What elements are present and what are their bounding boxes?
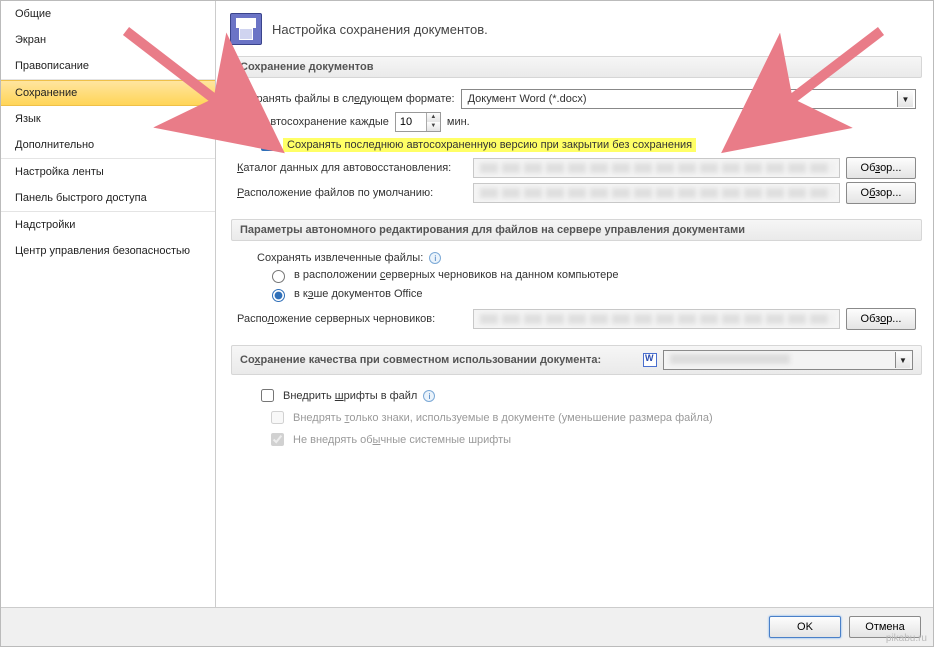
sidebar-item-general[interactable]: Общие [1,1,215,27]
section-font-embedding: Сохранение качества при совместном испол… [230,344,923,455]
radio-office-cache-label: в кэше документов Office [294,288,423,300]
main-panel: Настройка сохранения документов. Сохране… [216,1,933,607]
section-heading: Сохранение качества при совместном испол… [231,345,922,375]
autosave-unit: мин. [447,116,470,128]
section-title-label: Сохранение качества при совместном испол… [240,354,601,366]
chevron-down-icon: ▼ [895,352,910,368]
document-select-dropdown[interactable]: ▼ [663,350,913,370]
autosave-checkbox[interactable] [241,116,254,129]
dialog-buttons: OK Отмена [1,607,933,646]
browse-recovery-button[interactable]: Обзор... [846,157,916,179]
autosave-interval-input[interactable] [396,113,426,131]
sidebar-item-language[interactable]: Язык [1,106,215,132]
radio-server-drafts[interactable] [272,270,285,283]
server-drafts-location-label: Расположение серверных черновиков: [237,313,467,325]
spinner-down-icon[interactable]: ▼ [427,122,440,131]
spinner-up-icon[interactable]: ▲ [427,113,440,122]
recovery-path-input[interactable] [473,158,840,178]
options-dialog: Общие Экран Правописание Сохранение Язык… [0,0,934,647]
browse-drafts-button[interactable]: Обзор... [846,308,916,330]
server-drafts-location-input[interactable] [473,309,840,329]
default-location-input[interactable] [473,183,840,203]
format-dropdown[interactable]: Документ Word (*.docx) ▼ [461,89,916,109]
autosave-label: Автосохранение каждые [263,116,389,128]
sidebar-item-display[interactable]: Экран [1,27,215,53]
header: Настройка сохранения документов. [230,9,923,55]
watermark: pikabu.ru [886,633,927,644]
default-location-label: Расположение файлов по умолчанию: [237,187,467,199]
embed-fonts-label: Внедрить шрифты в файл [283,390,417,402]
format-value: Документ Word (*.docx) [468,93,587,105]
section-heading: Сохранение документов [231,56,922,78]
sidebar-item-addins[interactable]: Надстройки [1,212,215,238]
sidebar-item-trust-center[interactable]: Центр управления безопасностью [1,238,215,264]
section-body: Сохранять файлы в следующем формате: Док… [231,78,922,209]
embed-only-used-checkbox [271,411,284,424]
format-label: Сохранять файлы в следующем формате: [237,93,455,105]
ok-button[interactable]: OK [769,616,841,638]
info-icon[interactable]: i [423,390,435,402]
recovery-path-label: Каталог данных для автовосстановления: [237,162,467,174]
browse-default-button[interactable]: Обзор... [846,182,916,204]
sidebar-item-proofing[interactable]: Правописание [1,53,215,79]
sidebar-item-qat[interactable]: Панель быстрого доступа [1,185,215,211]
save-floppy-icon [230,13,262,45]
section-body: Сохранять извлеченные файлы: i в располо… [231,241,922,335]
keep-last-autosave-checkbox[interactable] [261,138,274,151]
sidebar-item-save[interactable]: Сохранение [1,80,215,106]
sidebar-item-advanced[interactable]: Дополнительно [1,132,215,158]
chevron-down-icon: ▼ [897,91,913,107]
section-body: Внедрить шрифты в файл i Внедрять только… [231,375,922,454]
keep-last-autosave-label: Сохранять последнюю автосохраненную верс… [283,138,696,152]
dialog-content: Общие Экран Правописание Сохранение Язык… [1,1,933,607]
autosave-interval-spinner[interactable]: ▲ ▼ [395,112,441,132]
no-system-fonts-checkbox [271,433,284,446]
section-offline-editing: Параметры автономного редактирования для… [230,218,923,336]
embed-only-used-label: Внедрять только знаки, используемые в до… [293,412,713,424]
word-doc-icon [643,353,657,367]
section-save-documents: Сохранение документов Сохранять файлы в … [230,55,923,210]
no-system-fonts-label: Не внедрять обычные системные шрифты [293,434,511,446]
radio-office-cache[interactable] [272,289,285,302]
radio-server-drafts-label: в расположении серверных черновиков на д… [294,269,619,281]
sidebar: Общие Экран Правописание Сохранение Язык… [1,1,216,607]
embed-fonts-checkbox[interactable] [261,389,274,402]
sidebar-item-ribbon[interactable]: Настройка ленты [1,159,215,185]
section-heading: Параметры автономного редактирования для… [231,219,922,241]
info-icon[interactable]: i [429,252,441,264]
save-extracted-label: Сохранять извлеченные файлы: [257,252,423,264]
page-title: Настройка сохранения документов. [272,22,488,37]
